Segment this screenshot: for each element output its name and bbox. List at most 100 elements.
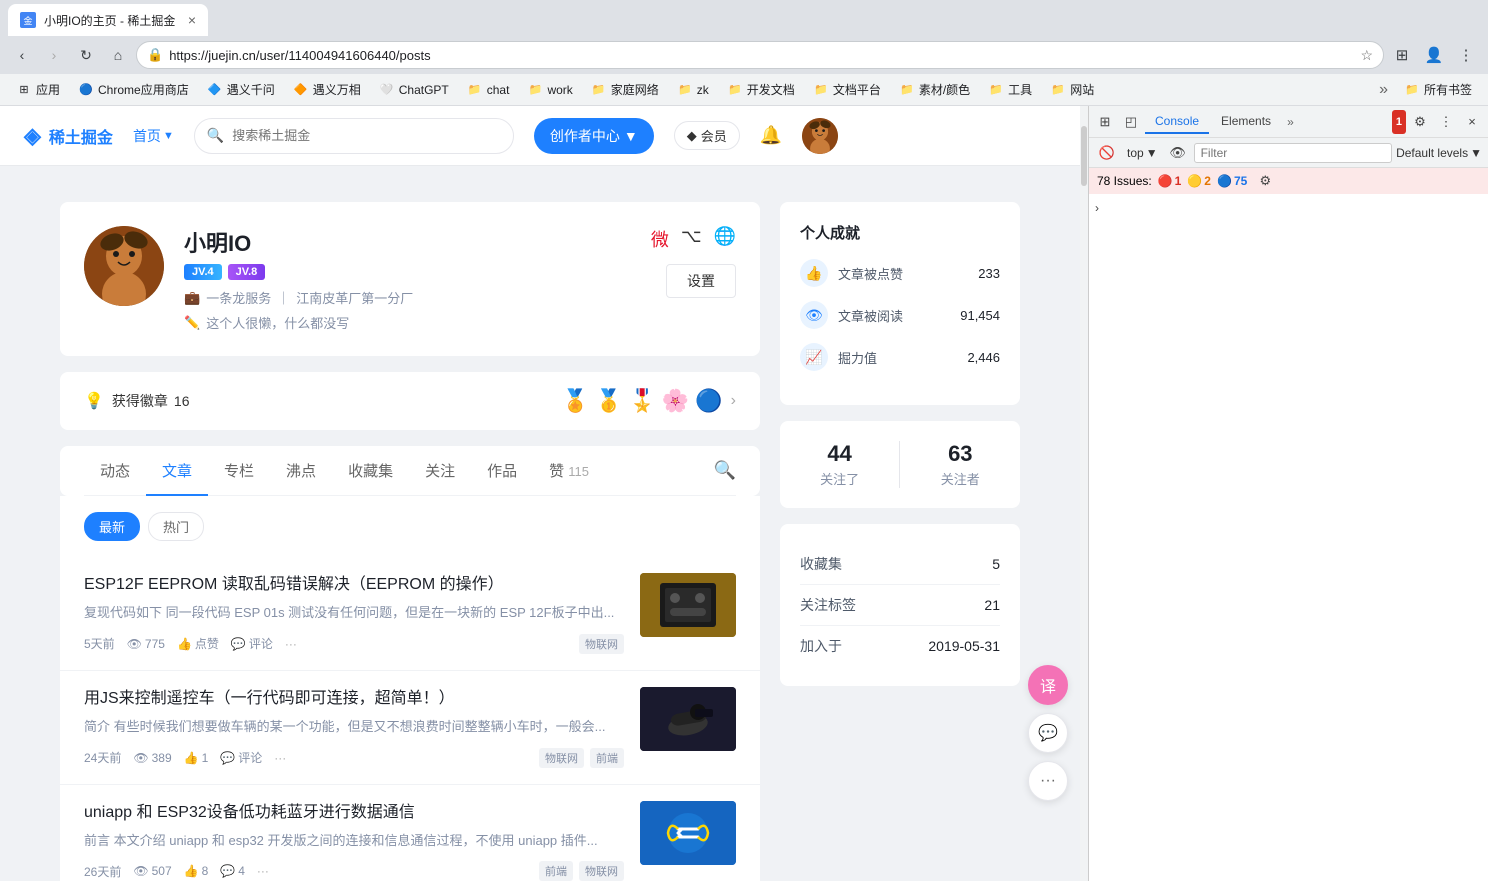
more-float-button[interactable]: ··· (1028, 761, 1068, 801)
profile-header: 小明IO JV.4 JV.8 💼 一条龙服务 (84, 226, 736, 332)
tab-search-button[interactable]: 🔍 (714, 446, 736, 495)
browser-tab[interactable]: 金 小明IO的主页 - 稀土掘金 × (8, 4, 208, 36)
devtools-context-select[interactable]: top ▼ (1123, 144, 1162, 162)
devtools-close-button[interactable]: × (1460, 110, 1484, 134)
folder-icon: 📁 (591, 82, 607, 98)
devtools-clear-button[interactable]: 🚫 (1095, 141, 1119, 165)
user-avatar[interactable] (802, 118, 838, 154)
devtools-more-tabs[interactable]: » (1283, 115, 1298, 129)
devtools-settings-button[interactable]: ⚙ (1408, 110, 1432, 134)
feedback-button[interactable]: 💬 (1028, 713, 1068, 753)
back-button[interactable]: ‹ (8, 41, 36, 69)
article-thumbnail (640, 801, 736, 865)
tab-following[interactable]: 关注 (409, 446, 471, 495)
notification-bell[interactable]: 🔔 (760, 125, 782, 146)
address-bar[interactable]: 🔒 https://juejin.cn/user/114004941606440… (136, 41, 1384, 69)
bookmark-label: 开发文档 (747, 81, 795, 98)
page-scrollbar[interactable] (1080, 106, 1088, 881)
badges-title-text: 获得徽章 (112, 391, 168, 411)
search-bar[interactable]: 🔍 (194, 118, 514, 154)
badge-emoji-2[interactable]: 🥇 (595, 388, 622, 414)
github-link[interactable]: ⌥ (681, 226, 702, 252)
article-time: 5天前 (84, 635, 115, 652)
member-button[interactable]: ◆ 会员 (674, 121, 740, 150)
devtools-levels-select[interactable]: Default levels ▼ (1396, 146, 1482, 160)
bookmark-tools[interactable]: 📁 工具 (980, 78, 1040, 101)
devtools-error-badge[interactable]: 1 (1392, 110, 1406, 134)
bookmark-all[interactable]: 📁 所有书签 (1396, 78, 1480, 101)
article-item[interactable]: uniapp 和 ESP32设备低功耗蓝牙进行数据通信 前言 本文介绍 unia… (60, 785, 760, 881)
devtools-eye-button[interactable]: 👁 (1166, 141, 1190, 165)
tab-articles[interactable]: 文章 (146, 446, 208, 495)
website-link[interactable]: 🌐 (714, 226, 736, 252)
search-input[interactable] (232, 128, 501, 143)
followers-stat[interactable]: 63 关注者 (941, 441, 980, 488)
bookmark-materials[interactable]: 📁 素材/颜色 (891, 78, 978, 101)
error-number: 1 (1175, 174, 1182, 188)
article-excerpt: 简介 有些时候我们想要做车辆的某一个功能，但是又不想浪费时间整整辆小车时，一般会… (84, 717, 624, 738)
article-item[interactable]: ESP12F EEPROM 读取乱码错误解决（EEPROM 的操作） 复现代码如… (60, 557, 760, 671)
bookmarks-more-button[interactable]: » (1373, 78, 1394, 102)
devtools-dock-button[interactable]: ⊞ (1093, 110, 1117, 134)
filter-hot[interactable]: 热门 (148, 512, 204, 541)
more-button[interactable]: ⋮ (1452, 41, 1480, 69)
devtools-issues-settings[interactable]: ⚙ (1253, 169, 1277, 193)
devtools-inspect-button[interactable]: ◰ (1119, 110, 1143, 134)
profile-top-row: 小明IO JV.4 JV.8 💼 一条龙服务 (184, 226, 736, 332)
scrollbar-thumb[interactable] (1081, 126, 1087, 186)
bookmark-star-icon[interactable]: ☆ (1360, 47, 1373, 64)
extensions-button[interactable]: ⊞ (1388, 41, 1416, 69)
devtools-content-arrow[interactable]: › (1095, 201, 1099, 215)
company-text: 一条龙服务 (206, 288, 271, 307)
tab-columns[interactable]: 专栏 (208, 446, 270, 495)
devtools-tab-console[interactable]: Console (1145, 110, 1209, 134)
home-button[interactable]: ⌂ (104, 41, 132, 69)
bookmark-dev-docs[interactable]: 📁 开发文档 (719, 78, 803, 101)
tab-boiling[interactable]: 沸点 (270, 446, 332, 495)
site-logo[interactable]: ◈ 稀土掘金 (24, 123, 113, 149)
stats-extra-card: 收藏集 5 关注标签 21 加入于 2019-05-31 (780, 524, 1020, 686)
tab-works[interactable]: 作品 (471, 446, 533, 495)
forward-button[interactable]: › (40, 41, 68, 69)
more-icon[interactable]: ··· (285, 637, 297, 651)
tab-collections[interactable]: 收藏集 (332, 446, 409, 495)
home-nav[interactable]: 首页 ▼ (133, 126, 174, 146)
bookmark-chatgpt[interactable]: 🤍 ChatGPT (371, 79, 457, 101)
tab-likes[interactable]: 赞 115 (533, 446, 605, 495)
more-icon[interactable]: ··· (257, 864, 269, 878)
tab-close-icon[interactable]: × (188, 12, 196, 28)
filter-latest[interactable]: 最新 (84, 512, 140, 541)
badge-emoji-5[interactable]: 🔵 (695, 388, 722, 414)
bookmark-doc-platform[interactable]: 📁 文档平台 (805, 78, 889, 101)
more-icon[interactable]: ··· (274, 751, 286, 765)
badges-chevron-icon[interactable]: › (731, 392, 736, 410)
separator: ｜ (277, 288, 290, 307)
badge-emoji-1[interactable]: 🏅 (562, 388, 589, 414)
bookmark-qianwen[interactable]: 🔷 遇义千问 (199, 78, 283, 101)
followers-label: 关注者 (941, 469, 980, 488)
bookmark-chrome-store[interactable]: 🔵 Chrome应用商店 (70, 78, 197, 101)
weibo-link[interactable]: 微 (651, 226, 669, 252)
followers-value: 63 (941, 441, 980, 467)
translate-button[interactable]: 译 (1028, 665, 1068, 705)
bookmark-home-network[interactable]: 📁 家庭网络 (583, 78, 667, 101)
create-center-button[interactable]: 创作者中心 ▼ (534, 118, 654, 154)
devtools-filter-input[interactable] (1194, 143, 1392, 163)
bookmark-work[interactable]: 📁 work (519, 79, 580, 101)
badge-emoji-4[interactable]: 🌸 (662, 388, 689, 414)
bookmark-zk[interactable]: 📁 zk (669, 79, 717, 101)
settings-button[interactable]: 设置 (666, 264, 736, 298)
reload-button[interactable]: ↻ (72, 41, 100, 69)
devtools-vertical-menu[interactable]: ⋮ (1434, 110, 1458, 134)
devtools-tab-elements[interactable]: Elements (1211, 110, 1281, 134)
profile-button[interactable]: 👤 (1420, 41, 1448, 69)
badge-emoji-3[interactable]: 🎖️ (628, 388, 655, 414)
article-item[interactable]: 用JS来控制遥控车（一行代码即可连接，超简单！） 简介 有些时候我们想要做车辆的… (60, 671, 760, 785)
bookmark-wanxiang[interactable]: 🔶 遇义万相 (285, 78, 369, 101)
following-stat[interactable]: 44 关注了 (820, 441, 859, 488)
bookmark-apps[interactable]: ⊞ 应用 (8, 78, 68, 101)
power-icon: 📈 (800, 343, 828, 371)
bookmark-chat[interactable]: 📁 chat (459, 79, 518, 101)
tab-activity[interactable]: 动态 (84, 446, 146, 495)
bookmark-websites[interactable]: 📁 网站 (1042, 78, 1102, 101)
